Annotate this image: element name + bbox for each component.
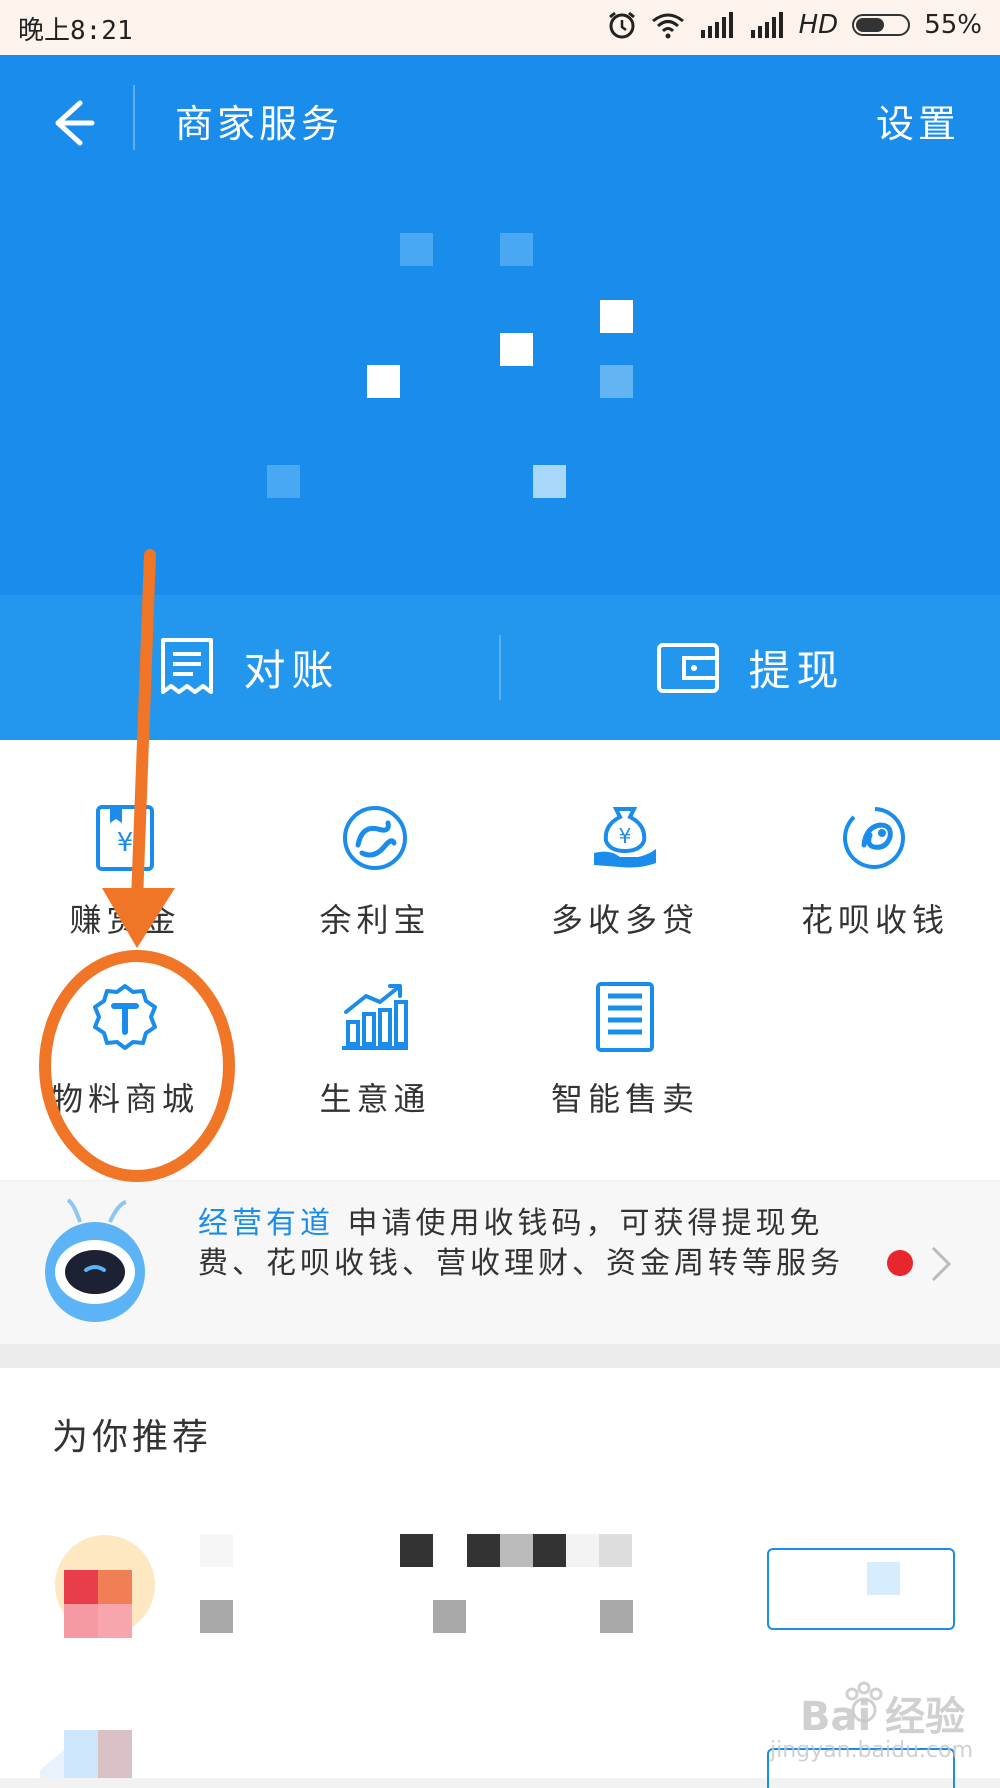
bar-chart-icon <box>342 984 408 1050</box>
service-loan[interactable]: ¥ 多收多贷 <box>500 803 750 983</box>
section-gap <box>0 1344 1000 1368</box>
service-label: 多收多贷 <box>550 901 699 939</box>
service-label: 赚赏金 <box>69 901 181 939</box>
item-action-button[interactable] <box>767 1548 955 1630</box>
service-material-mall[interactable]: 物料商城 <box>0 982 250 1162</box>
network-type: HD <box>798 10 839 40</box>
status-bar: 晚上8:21 HD 55% <box>0 0 1000 55</box>
status-time: 晚上8:21 <box>18 16 133 46</box>
service-business[interactable]: 生意通 <box>250 982 500 1162</box>
watermark-url: jingyan.baidu.com <box>770 1738 974 1763</box>
item-thumbnail-pixelated <box>55 1535 155 1638</box>
signal-icon-2 <box>750 12 783 38</box>
reconcile-label: 对账 <box>243 646 340 695</box>
qr-code-pixelated <box>267 233 633 498</box>
service-huabei[interactable]: 花呗收钱 <box>750 803 1000 983</box>
service-reward[interactable]: ¥ 赚赏金 <box>0 803 250 983</box>
t-badge-icon <box>93 984 157 1050</box>
item-text-pixelated <box>200 1534 633 1633</box>
action-bar: 对账 提现 <box>0 595 1000 740</box>
service-label: 余利宝 <box>319 901 431 939</box>
promo-banner[interactable]: 经营有道 申请使用收钱码，可获得提现免费、花呗收钱、营收理财、资金周转等服务 <box>0 1182 1000 1344</box>
service-label: 智能售卖 <box>550 1080 699 1118</box>
battery-icon <box>852 14 911 36</box>
status-icons: HD 55% <box>607 10 982 40</box>
list-item[interactable] <box>0 1490 1000 1670</box>
baidu-watermark: Bai 经验 jingyan.baidu.com <box>770 1680 985 1770</box>
notification-dot <box>887 1250 913 1276</box>
withdraw-button[interactable]: 提现 <box>501 595 1000 740</box>
button-label-pixelated <box>867 1562 900 1595</box>
alarm-icon <box>608 11 635 39</box>
money-bag-hand-icon: ¥ <box>594 807 656 868</box>
huabei-icon <box>843 807 906 869</box>
battery-percent: 55% <box>924 10 982 40</box>
service-label: 花呗收钱 <box>800 901 949 939</box>
robot-mascot-icon <box>45 1198 145 1322</box>
svg-text:¥: ¥ <box>117 828 134 858</box>
service-label: 生意通 <box>319 1080 431 1118</box>
header-area: 商家服务 设置 <box>0 55 1000 595</box>
reconcile-button[interactable]: 对账 <box>0 595 499 740</box>
vending-icon <box>596 982 654 1052</box>
yulibao-icon <box>343 806 407 870</box>
receipt-icon <box>161 637 214 694</box>
watermark-brand: Bai 经验 <box>800 1694 966 1740</box>
banner-text: 经营有道 申请使用收钱码，可获得提现免费、花呗收钱、营收理财、资金周转等服务 <box>198 1204 858 1284</box>
wallet-icon <box>657 642 720 693</box>
service-smart-sale[interactable]: 智能售卖 <box>500 982 750 1162</box>
banner-highlight: 经营有道 <box>198 1206 334 1241</box>
chevron-right-icon[interactable] <box>925 1244 955 1284</box>
item-thumbnail-pixelated <box>40 1730 132 1778</box>
service-grid: ¥ 赚赏金 余利宝 ¥ 多收多贷 花呗收钱 物料商城 生意通 智能售卖 <box>0 740 1000 1180</box>
wifi-icon <box>651 13 684 39</box>
signal-icon <box>700 12 733 38</box>
withdraw-label: 提现 <box>748 646 845 695</box>
service-yulibao[interactable]: 余利宝 <box>250 803 500 983</box>
recommend-title: 为你推荐 <box>52 1417 213 1458</box>
recommend-header: 为你推荐 <box>0 1368 1000 1492</box>
service-label: 物料商城 <box>50 1080 199 1118</box>
svg-text:¥: ¥ <box>619 824 632 848</box>
reward-card-icon: ¥ <box>96 805 154 871</box>
